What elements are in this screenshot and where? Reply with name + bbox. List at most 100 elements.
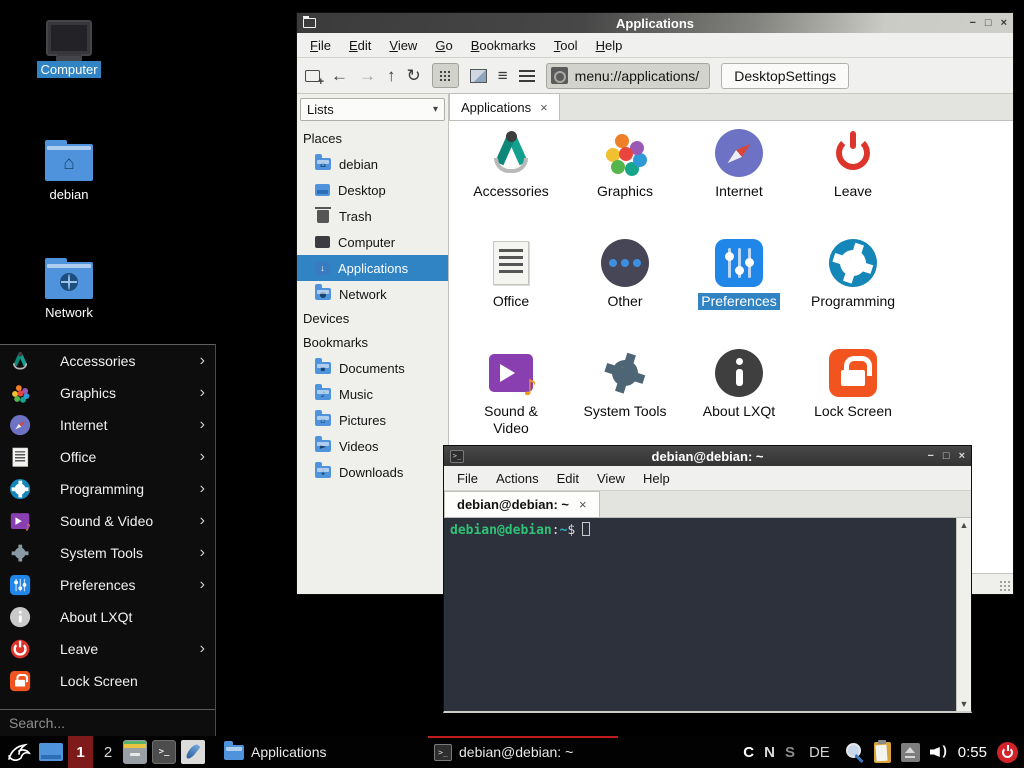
tab-close-icon[interactable]: × [579,497,587,512]
tab-applications[interactable]: Applications × [449,93,560,120]
eject-tray-icon[interactable] [901,743,920,762]
menu-item-leave[interactable]: Leave› [0,633,215,665]
close-button[interactable]: × [959,450,965,462]
task-button-applications[interactable]: Applications [218,736,423,768]
menu-go[interactable]: Go [426,33,461,58]
menu-help[interactable]: Help [587,33,632,58]
desktop-icon-debian[interactable]: ⌂ debian [14,138,124,203]
screenshot-tray-icon[interactable] [844,742,864,762]
main-menu-button[interactable] [4,738,34,766]
desktopsettings-crumb-button[interactable]: DesktopSettings [721,63,849,89]
menu-edit[interactable]: Edit [340,33,380,58]
terminal-scrollbar[interactable]: ▲ ▼ [956,518,971,711]
back-button[interactable]: ← [331,67,348,84]
menu-file[interactable]: File [301,33,340,58]
menu-file[interactable]: File [448,466,487,491]
sidebar-item-music[interactable]: ♪ Music [297,381,448,407]
sidebar-item-documents[interactable]: ▪ Documents [297,355,448,381]
menu-tool[interactable]: Tool [545,33,587,58]
desktop-icon-computer[interactable]: Computer [14,20,124,78]
menu-item-internet[interactable]: Internet› [0,409,215,441]
menu-item-graphics[interactable]: Graphics› [0,377,215,409]
keyboard-layout-indicator[interactable]: DE [809,744,830,761]
path-bar[interactable]: menu://applications/ [546,63,711,89]
menu-item-office[interactable]: Office› [0,441,215,473]
terminal-cursor [582,522,590,536]
terminal-screen[interactable]: debian@debian:~$ [444,518,956,711]
grid-item-about-lxqt[interactable]: About LXQt [682,349,796,459]
menu-actions[interactable]: Actions [487,466,548,491]
menu-edit[interactable]: Edit [548,466,588,491]
up-button[interactable]: ↑ [387,67,396,84]
terminal-launcher[interactable]: >_ [152,740,176,764]
new-tab-button[interactable] [305,70,320,82]
grid-item-accessories[interactable]: Accessories [454,129,568,239]
grid-item-other[interactable]: Other [568,239,682,349]
sidebar-item-applications[interactable]: Applications [297,255,448,281]
thumbnail-view-button[interactable] [470,69,487,83]
clipboard-tray-icon[interactable] [874,742,891,763]
grid-item-internet[interactable]: Internet [682,129,796,239]
compact-view-button[interactable]: ≡ [498,67,508,84]
power-button[interactable] [997,742,1018,763]
task-button-terminal[interactable]: >_ debian@debian: ~ [428,736,618,768]
grid-item-sound-video[interactable]: ♪ Sound & Video [454,349,568,459]
terminal-tab[interactable]: debian@debian: ~ × [444,491,600,517]
home-folder-icon: ⌂ [45,144,93,181]
close-button[interactable]: × [1001,17,1007,29]
menu-view[interactable]: View [588,466,634,491]
detailed-view-button[interactable] [519,70,535,82]
clock[interactable]: 0:55 [958,744,987,761]
menu-item-system-tools[interactable]: System Tools› [0,537,215,569]
menu-item-accessories[interactable]: Accessories› [0,345,215,377]
menu-view[interactable]: View [380,33,426,58]
menu-help[interactable]: Help [634,466,679,491]
grid-item-preferences[interactable]: Preferences [682,239,796,349]
menu-search-input[interactable]: Search... [0,709,215,736]
maximize-button[interactable]: □ [943,450,950,462]
file-manager-launcher[interactable] [123,740,147,764]
menu-item-lock-screen[interactable]: Lock Screen [0,665,215,697]
scroll-down-icon[interactable]: ▼ [960,699,969,709]
tab-close-icon[interactable]: × [540,100,548,115]
grid-item-graphics[interactable]: Graphics [568,129,682,239]
sidebar-item-network[interactable]: ● Network [297,281,448,307]
forward-button[interactable]: → [359,67,376,84]
menu-item-about-lxqt[interactable]: About LXQt [0,601,215,633]
sidebar-item-trash[interactable]: Trash [297,203,448,229]
maximize-button[interactable]: □ [985,17,992,29]
minimize-button[interactable]: − [969,17,975,29]
desktop-icon-label: Network [42,304,96,321]
grid-item-programming[interactable]: Programming [796,239,910,349]
sidebar-item-computer[interactable]: Computer [297,229,448,255]
sidebar-item-debian[interactable]: ⌂ debian [297,151,448,177]
grid-item-office[interactable]: Office [454,239,568,349]
workspace-1-button[interactable]: 1 [68,736,93,768]
preferences-icon [715,239,763,287]
minimize-button[interactable]: − [927,450,933,462]
scroll-up-icon[interactable]: ▲ [960,520,969,530]
fm-titlebar[interactable]: Applications − □ × [297,13,1013,33]
sidebar-item-videos[interactable]: ► Videos [297,433,448,459]
menu-item-preferences[interactable]: Preferences› [0,569,215,601]
grid-item-system-tools[interactable]: System Tools [568,349,682,459]
terminal-titlebar[interactable]: >_ debian@debian: ~ − □ × [444,446,971,466]
sidebar-item-pictures[interactable]: ▫ Pictures [297,407,448,433]
grid-item-lock-screen[interactable]: Lock Screen [796,349,910,459]
pictures-folder-icon: ▫ [315,414,331,426]
show-desktop-button[interactable] [39,743,63,761]
menu-item-programming[interactable]: Programming› [0,473,215,505]
grid-item-leave[interactable]: Leave [796,129,910,239]
sidebar-item-desktop[interactable]: Desktop [297,177,448,203]
reload-button[interactable]: ↻ [407,67,421,84]
resize-grip[interactable] [999,580,1010,591]
menu-item-sound-video[interactable]: ♪ Sound & Video› [0,505,215,537]
menu-bookmarks[interactable]: Bookmarks [462,33,545,58]
sidebar-item-downloads[interactable]: ↓ Downloads [297,459,448,485]
featherpad-launcher[interactable] [181,740,205,764]
icon-view-button[interactable] [432,63,459,88]
sidebar-mode-combobox[interactable]: Lists ▾ [300,98,445,121]
volume-icon[interactable] [930,744,948,760]
workspace-2-button[interactable]: 2 [98,744,118,761]
desktop-icon-network[interactable]: Network [14,256,124,321]
